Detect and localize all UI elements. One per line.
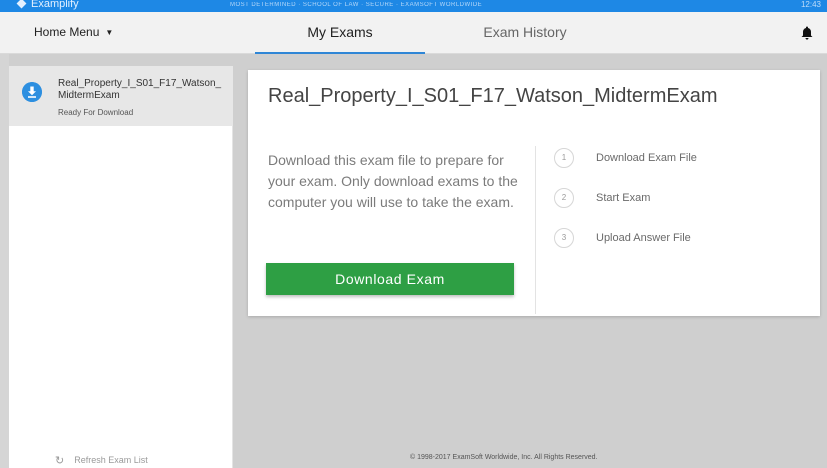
- exam-title: Real_Property_I_S01_F17_Watson_MidtermEx…: [268, 85, 718, 107]
- tab-exam-history[interactable]: Exam History: [440, 12, 610, 54]
- step-label: Upload Answer File: [596, 232, 691, 244]
- home-menu-label: Home Menu: [34, 25, 100, 39]
- app-name: Examplify: [31, 0, 79, 10]
- refresh-exam-list-button[interactable]: ↻ Refresh Exam List: [55, 454, 148, 467]
- exam-detail-card: Real_Property_I_S01_F17_Watson_MidtermEx…: [248, 70, 820, 316]
- step-label: Start Exam: [596, 192, 651, 204]
- top-nav: Home Menu ▼ My Exams Exam History: [0, 12, 827, 54]
- caret-down-icon: ▼: [105, 28, 114, 37]
- refresh-icon: ↻: [55, 455, 65, 467]
- copyright-footer: © 1998-2017 ExamSoft Worldwide, Inc. All…: [410, 454, 598, 461]
- title-bar-text: MOST DETERMINED · SCHOOL OF LAW · SECURE…: [230, 2, 483, 8]
- exam-status: Ready For Download: [58, 108, 134, 117]
- clock: 12:43: [800, 0, 821, 9]
- download-exam-button[interactable]: Download Exam: [266, 263, 514, 295]
- window-title-bar: Examplify MOST DETERMINED · SCHOOL OF LA…: [0, 0, 827, 12]
- exam-list-sidebar: Real_Property_I_S01_F17_Watson_MidtermEx…: [9, 66, 233, 468]
- tab-my-exams[interactable]: My Exams: [255, 12, 425, 54]
- download-icon: [22, 82, 42, 102]
- app-title: Examplify: [16, 0, 79, 10]
- step-number: 3: [554, 228, 574, 248]
- step-number: 1: [554, 148, 574, 168]
- bell-icon[interactable]: [801, 26, 813, 40]
- divider: [535, 146, 536, 314]
- exam-list-item[interactable]: Real_Property_I_S01_F17_Watson_MidtermEx…: [9, 66, 233, 126]
- refresh-label: Refresh Exam List: [74, 455, 148, 465]
- window-edge: [0, 54, 9, 468]
- exam-description: Download this exam file to prepare for y…: [268, 152, 518, 210]
- step-label: Download Exam File: [596, 152, 697, 164]
- home-menu-button[interactable]: Home Menu ▼: [34, 25, 113, 39]
- app-logo-icon: [16, 0, 27, 9]
- exam-name: Real_Property_I_S01_F17_Watson_MidtermEx…: [58, 78, 222, 101]
- step-number: 2: [554, 188, 574, 208]
